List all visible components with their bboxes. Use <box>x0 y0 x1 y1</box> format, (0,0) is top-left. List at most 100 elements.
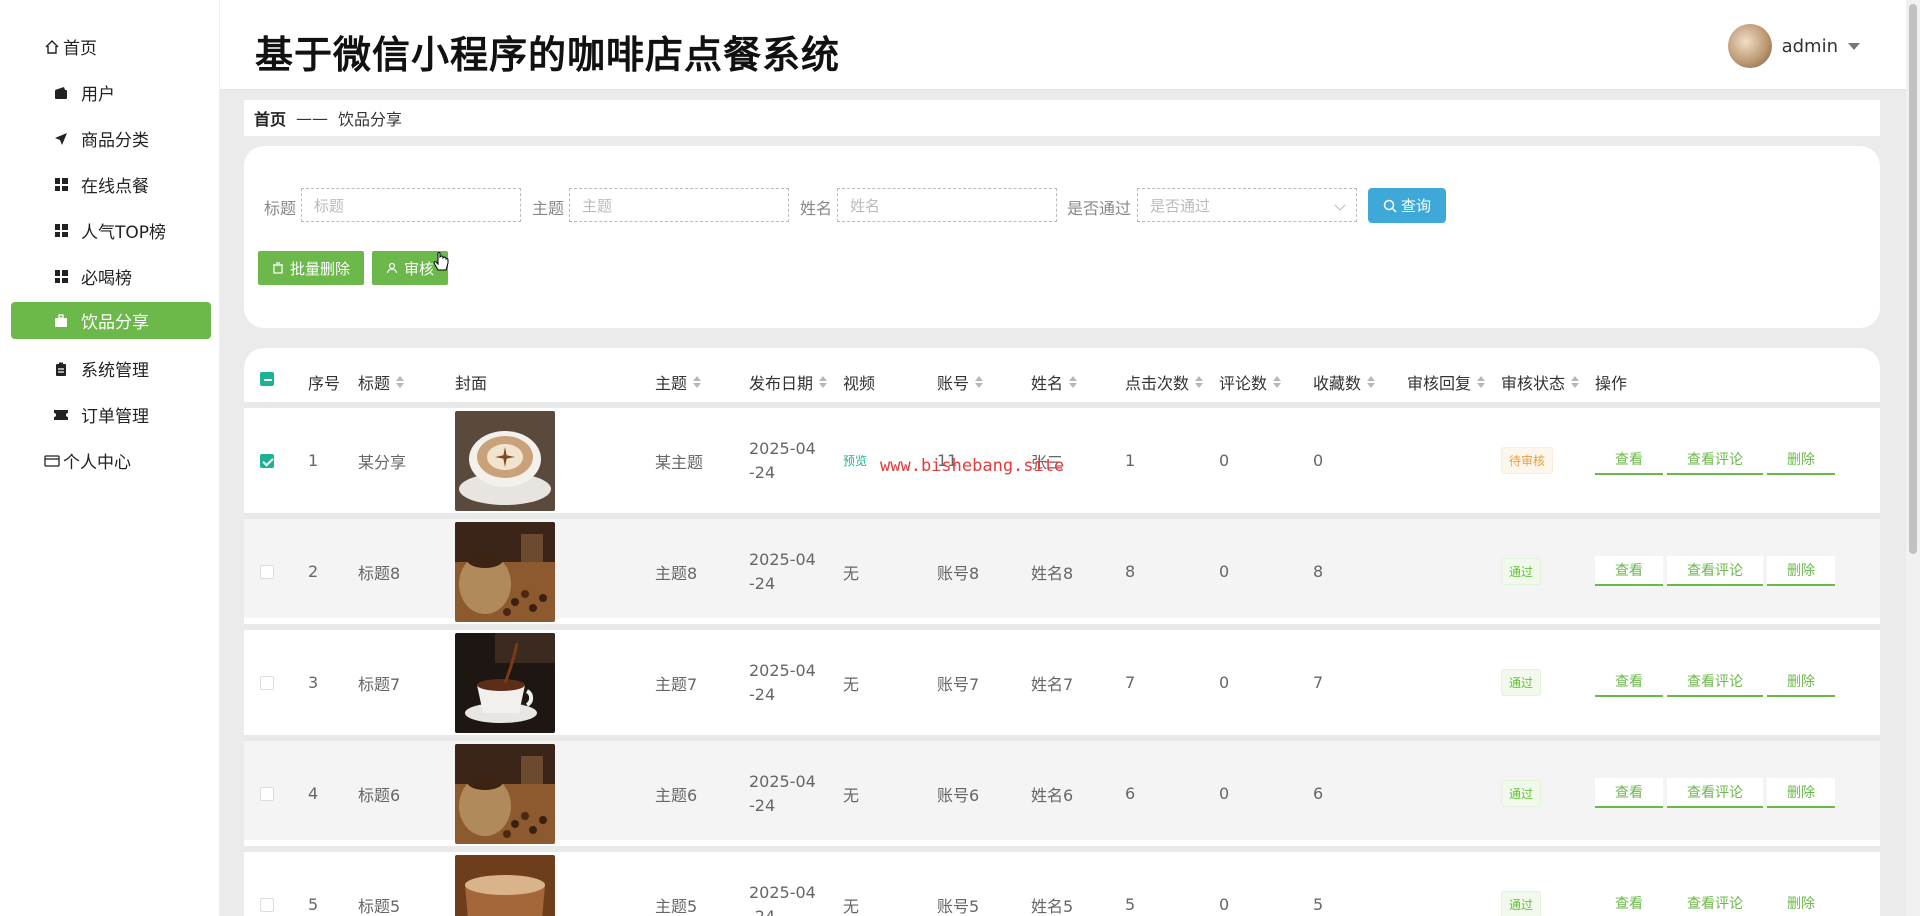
sidebar-item-orders[interactable]: 订单管理 <box>11 396 211 433</box>
cell-name: 姓名7 <box>1031 674 1074 694</box>
cell-cover[interactable] <box>455 630 555 735</box>
delete-button[interactable]: 删除 <box>1767 556 1835 586</box>
view-comments-button[interactable]: 查看评论 <box>1667 889 1763 916</box>
th-favorites[interactable]: 收藏数 <box>1313 370 1376 394</box>
th-cover: 封面 <box>455 374 488 393</box>
view-button[interactable]: 查看 <box>1595 667 1663 697</box>
cell-cover[interactable] <box>455 741 555 846</box>
video-preview-link[interactable]: 预览 <box>843 408 867 513</box>
cell-cover[interactable] <box>455 852 555 916</box>
th-title[interactable]: 标题 <box>358 370 405 394</box>
user-menu[interactable]: admin <box>1727 24 1860 68</box>
cell-comments: 0 <box>1219 451 1230 470</box>
avatar[interactable] <box>1727 24 1772 68</box>
th-status[interactable]: 审核状态 <box>1501 370 1580 394</box>
view-button[interactable]: 查看 <box>1595 445 1663 475</box>
row-checkbox[interactable] <box>260 408 274 513</box>
row-checkbox[interactable] <box>260 519 274 624</box>
th-topic[interactable]: 主题 <box>655 370 702 394</box>
th-reply[interactable]: 审核回复 <box>1407 370 1486 394</box>
sidebar-item-label: 饮品分享 <box>81 313 149 333</box>
cover-image[interactable] <box>455 854 555 916</box>
view-button[interactable]: 查看 <box>1595 778 1663 808</box>
sidebar-item-must-drink[interactable]: 必喝榜 <box>11 258 211 295</box>
view-comments-button[interactable]: 查看评论 <box>1667 667 1763 697</box>
sort-icon <box>1069 376 1078 388</box>
sidebar-item-top-list[interactable]: 人气TOP榜 <box>11 212 211 249</box>
th-comments[interactable]: 评论数 <box>1219 370 1282 394</box>
th-date[interactable]: 发布日期 <box>749 370 828 394</box>
cell-favorites: 7 <box>1313 673 1324 692</box>
delete-button[interactable]: 删除 <box>1767 667 1835 697</box>
sidebar-item-users[interactable]: 用户 <box>11 74 211 111</box>
view-button[interactable]: 查看 <box>1595 889 1663 916</box>
view-comments-button[interactable]: 查看评论 <box>1667 445 1763 475</box>
sidebar-item-online-order[interactable]: 在线点餐 <box>11 166 211 203</box>
cover-image[interactable] <box>455 743 555 844</box>
cell-account: 账号5 <box>937 896 980 916</box>
th-account[interactable]: 账号 <box>937 370 984 394</box>
send-icon <box>53 131 69 147</box>
cell-status: 通过 <box>1501 741 1542 846</box>
sidebar-item-label: 用户 <box>81 85 115 105</box>
th-name[interactable]: 姓名 <box>1031 370 1078 394</box>
breadcrumb-home[interactable]: 首页 <box>254 106 286 130</box>
cover-image[interactable] <box>455 521 555 622</box>
audit-label: 审核 <box>403 259 434 278</box>
scrollbar-thumb[interactable] <box>1909 4 1917 554</box>
cell-comments: 0 <box>1219 895 1230 914</box>
breadcrumb: 首页 —— 饮品分享 <box>244 100 1880 136</box>
cell-cover[interactable] <box>455 408 555 513</box>
row-checkbox[interactable] <box>260 852 274 916</box>
scrollbar[interactable] <box>1906 0 1920 916</box>
cell-date: 2025-04 -24 <box>749 852 816 916</box>
delete-button[interactable]: 删除 <box>1767 778 1835 808</box>
batch-delete-button[interactable]: 批量删除 <box>258 251 364 285</box>
header: 基于微信小程序的咖啡店点餐系统 admin <box>220 0 1920 90</box>
status-badge: 待审核 <box>1501 447 1554 474</box>
ticket-icon <box>53 407 69 423</box>
cell-date: 2025-04 -24 <box>749 741 816 846</box>
sidebar-item-home[interactable]: 首页 <box>11 28 211 65</box>
date-line: 2025-04 <box>749 882 816 902</box>
table-row: 3 标题7 主题7 2025-04 -24 无 账号7 姓名7 7 0 7 通过 … <box>244 624 1880 733</box>
row-checkbox[interactable] <box>260 741 274 846</box>
date-line: 2025-04 <box>749 438 816 458</box>
row-checkbox[interactable] <box>260 630 274 735</box>
query-button[interactable]: 查询 <box>1368 188 1446 223</box>
cell-account: 账号6 <box>937 785 980 805</box>
cell-title: 标题6 <box>358 785 401 805</box>
cell-index: 2 <box>308 562 319 581</box>
name-input[interactable]: 姓名 <box>837 188 1057 222</box>
view-button[interactable]: 查看 <box>1595 556 1663 586</box>
sidebar-item-label: 个人中心 <box>63 453 131 473</box>
date-line: 2025-04 <box>749 771 816 791</box>
sort-icon <box>819 376 828 388</box>
delete-button[interactable]: 删除 <box>1767 445 1835 475</box>
pass-select[interactable]: 是否通过 <box>1137 188 1357 222</box>
delete-button[interactable]: 删除 <box>1767 889 1835 916</box>
topic-input[interactable]: 主题 <box>569 188 789 222</box>
mouse-cursor-icon <box>432 252 450 278</box>
sidebar-item-system[interactable]: 系统管理 <box>11 350 211 387</box>
sidebar-item-drink-share[interactable]: 饮品分享 <box>11 302 211 339</box>
cell-cover[interactable] <box>455 519 555 624</box>
sidebar-item-profile[interactable]: 个人中心 <box>11 442 211 479</box>
sort-icon <box>1273 376 1282 388</box>
view-comments-button[interactable]: 查看评论 <box>1667 556 1763 586</box>
view-comments-button[interactable]: 查看评论 <box>1667 778 1763 808</box>
cell-clicks: 6 <box>1125 784 1136 803</box>
select-all-checkbox[interactable] <box>260 372 274 386</box>
cell-account: 账号7 <box>937 674 980 694</box>
th-clicks[interactable]: 点击次数 <box>1125 370 1204 394</box>
date-line: 2025-04 <box>749 549 816 569</box>
chevron-down-icon[interactable] <box>1848 42 1860 50</box>
cover-image[interactable] <box>455 410 555 511</box>
cell-video: 无 <box>843 674 860 694</box>
name-label: 姓名 <box>800 199 833 218</box>
user-name[interactable]: admin <box>1782 36 1838 57</box>
cover-image[interactable] <box>455 632 555 733</box>
pass-label: 是否通过 <box>1067 199 1132 218</box>
title-input[interactable]: 标题 <box>301 188 521 222</box>
sidebar-item-category[interactable]: 商品分类 <box>11 120 211 157</box>
